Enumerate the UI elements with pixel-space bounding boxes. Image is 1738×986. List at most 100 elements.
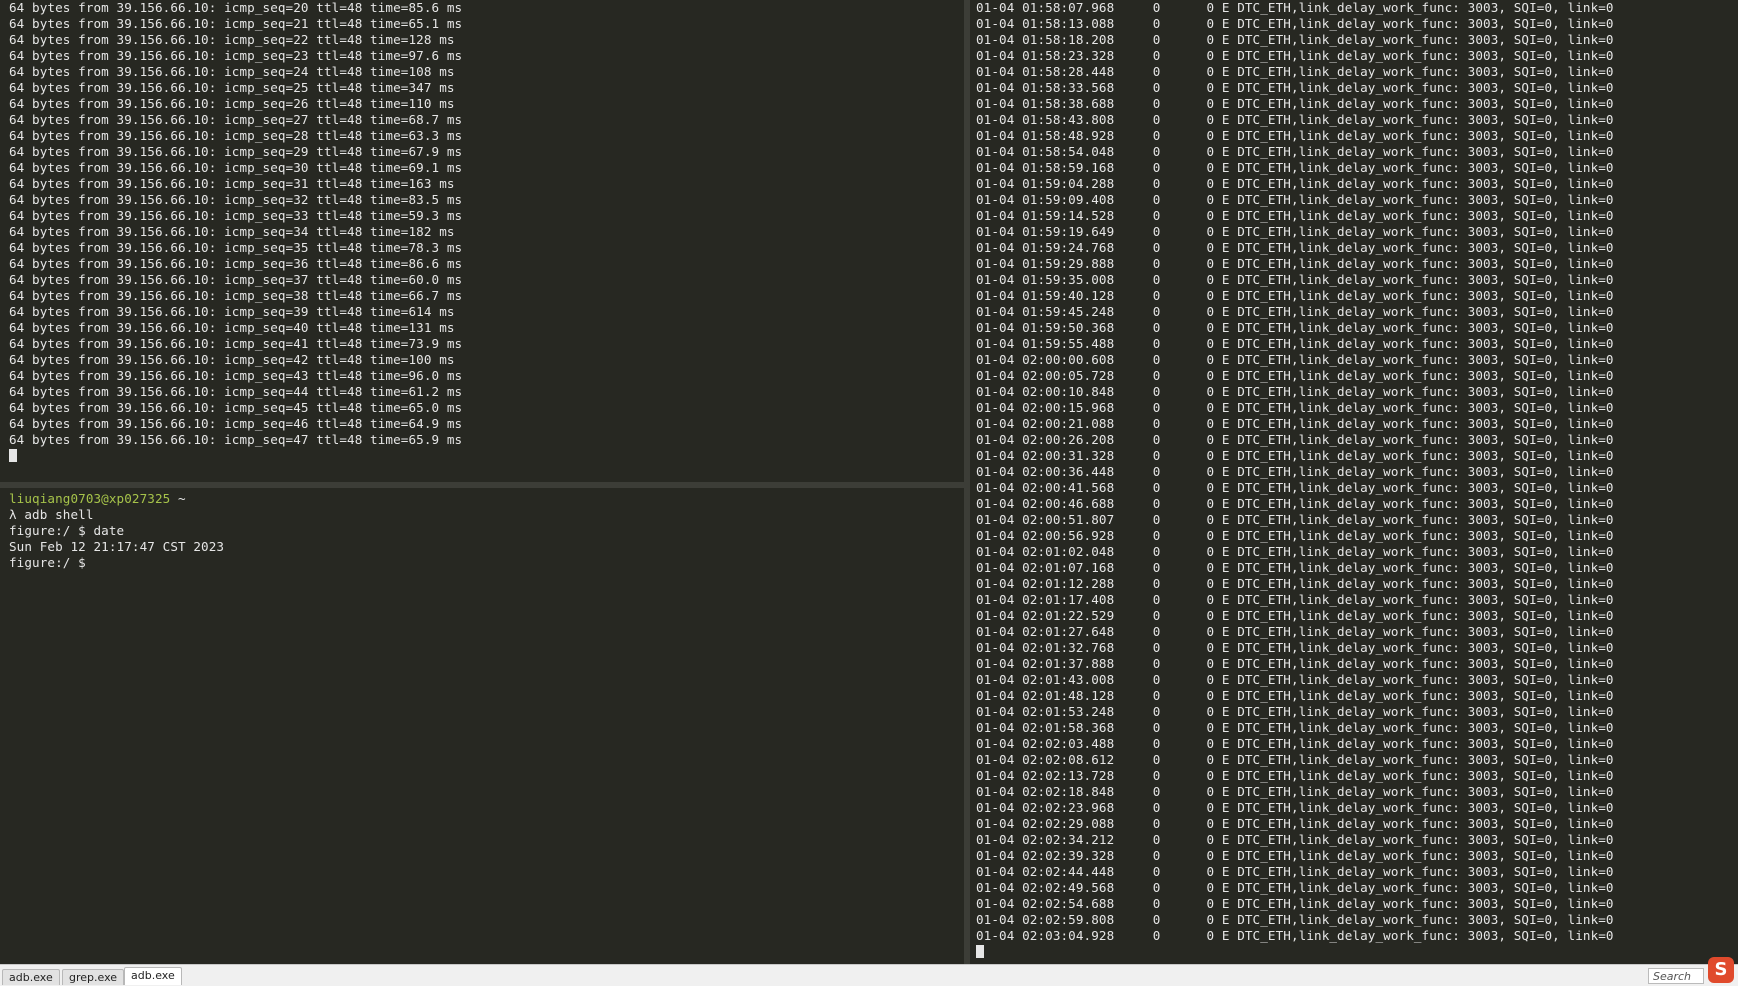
logcat-line: 01-04 02:01:43.008 0 0 E DTC_ETH,link_de… [976, 672, 1614, 687]
tab-adb-2-active[interactable]: adb.exe [124, 967, 182, 985]
ping-reply-line: 64 bytes from 39.156.66.10: icmp_seq=36 … [9, 256, 463, 271]
logcat-line: 01-04 01:59:40.128 0 0 E DTC_ETH,link_de… [976, 288, 1614, 303]
logcat-line: 01-04 02:02:59.808 0 0 E DTC_ETH,link_de… [976, 912, 1614, 927]
logcat-line: 01-04 02:00:31.328 0 0 E DTC_ETH,link_de… [976, 448, 1614, 463]
logcat-line: 01-04 01:59:19.649 0 0 E DTC_ETH,link_de… [976, 224, 1614, 239]
logcat-line: 01-04 02:00:15.968 0 0 E DTC_ETH,link_de… [976, 400, 1614, 415]
logcat-line: 01-04 01:58:54.048 0 0 E DTC_ETH,link_de… [976, 144, 1614, 159]
ping-reply-line: 64 bytes from 39.156.66.10: icmp_seq=25 … [9, 80, 455, 95]
logcat-line: 01-04 01:59:24.768 0 0 E DTC_ETH,link_de… [976, 240, 1614, 255]
ping-reply-line: 64 bytes from 39.156.66.10: icmp_seq=32 … [9, 192, 463, 207]
logcat-line: 01-04 02:00:51.807 0 0 E DTC_ETH,link_de… [976, 512, 1614, 527]
logcat-line: 01-04 02:00:46.688 0 0 E DTC_ETH,link_de… [976, 496, 1614, 511]
logcat-line: 01-04 02:02:23.968 0 0 E DTC_ETH,link_de… [976, 800, 1614, 815]
shell-line: λ adb shell [9, 507, 94, 522]
ping-reply-line: 64 bytes from 39.156.66.10: icmp_seq=23 … [9, 48, 463, 63]
tab-grep[interactable]: grep.exe [62, 969, 125, 985]
logcat-line: 01-04 02:02:34.212 0 0 E DTC_ETH,link_de… [976, 832, 1614, 847]
logcat-line: 01-04 01:59:14.528 0 0 E DTC_ETH,link_de… [976, 208, 1614, 223]
shell-prompt-line: liuqiang0703@xp027325 ~ [9, 491, 224, 507]
ping-reply-line: 64 bytes from 39.156.66.10: icmp_seq=24 … [9, 64, 455, 79]
logcat-line: 01-04 02:01:37.888 0 0 E DTC_ETH,link_de… [976, 656, 1614, 671]
shell-line: figure:/ $ date [9, 523, 125, 538]
ping-reply-line: 64 bytes from 39.156.66.10: icmp_seq=27 … [9, 112, 463, 127]
logcat-line: 01-04 02:00:05.728 0 0 E DTC_ETH,link_de… [976, 368, 1614, 383]
logcat-line: 01-04 02:00:36.448 0 0 E DTC_ETH,link_de… [976, 464, 1614, 479]
logcat-line: 01-04 01:58:13.088 0 0 E DTC_ETH,link_de… [976, 16, 1614, 31]
logcat-line: 01-04 01:58:33.568 0 0 E DTC_ETH,link_de… [976, 80, 1614, 95]
ping-reply-line: 64 bytes from 39.156.66.10: icmp_seq=41 … [9, 336, 463, 351]
ping-reply-line: 64 bytes from 39.156.66.10: icmp_seq=45 … [9, 400, 463, 415]
logcat-line: 01-04 02:02:29.088 0 0 E DTC_ETH,link_de… [976, 816, 1614, 831]
logcat-line: 01-04 01:58:23.328 0 0 E DTC_ETH,link_de… [976, 48, 1614, 63]
logcat-line: 01-04 02:00:21.088 0 0 E DTC_ETH,link_de… [976, 416, 1614, 431]
ping-reply-line: 64 bytes from 39.156.66.10: icmp_seq=31 … [9, 176, 455, 191]
ping-reply-line: 64 bytes from 39.156.66.10: icmp_seq=21 … [9, 16, 463, 31]
ping-reply-line: 64 bytes from 39.156.66.10: icmp_seq=43 … [9, 368, 463, 383]
logcat-line: 01-04 01:59:04.288 0 0 E DTC_ETH,link_de… [976, 176, 1614, 191]
logcat-line: 01-04 02:01:53.248 0 0 E DTC_ETH,link_de… [976, 704, 1614, 719]
logcat-line: 01-04 01:58:43.808 0 0 E DTC_ETH,link_de… [976, 112, 1614, 127]
logcat-line: 01-04 02:01:22.529 0 0 E DTC_ETH,link_de… [976, 608, 1614, 623]
logcat-terminal-pane[interactable]: 01-04 01:58:07.968 0 0 E DTC_ETH,link_de… [970, 0, 1738, 964]
prompt-user-host: liuqiang0703@xp027325 [9, 491, 171, 506]
shell-line: Sun Feb 12 21:17:47 CST 2023 [9, 539, 225, 554]
logcat-line: 01-04 01:59:09.408 0 0 E DTC_ETH,link_de… [976, 192, 1614, 207]
tab-adb-1[interactable]: adb.exe [2, 969, 60, 985]
shell-line: figure:/ $ [9, 555, 86, 570]
logcat-line: 01-04 02:01:07.168 0 0 E DTC_ETH,link_de… [976, 560, 1614, 575]
logcat-line: 01-04 01:58:59.168 0 0 E DTC_ETH,link_de… [976, 160, 1614, 175]
ping-reply-line: 64 bytes from 39.156.66.10: icmp_seq=38 … [9, 288, 463, 303]
logcat-line: 01-04 02:02:44.448 0 0 E DTC_ETH,link_de… [976, 864, 1614, 879]
console-tab-bar: adb.exe grep.exe adb.exe Search S [0, 957, 1738, 986]
logcat-line: 01-04 02:01:58.368 0 0 E DTC_ETH,link_de… [976, 720, 1614, 735]
shell-terminal-pane[interactable]: liuqiang0703@xp027325 ~ λ adb shell figu… [0, 488, 964, 958]
ping-reply-line: 64 bytes from 39.156.66.10: icmp_seq=29 … [9, 144, 463, 159]
ping-reply-line: 64 bytes from 39.156.66.10: icmp_seq=44 … [9, 384, 463, 399]
logcat-line: 01-04 02:01:12.288 0 0 E DTC_ETH,link_de… [976, 576, 1614, 591]
logcat-line: 01-04 02:02:39.328 0 0 E DTC_ETH,link_de… [976, 848, 1614, 863]
logcat-line: 01-04 01:58:38.688 0 0 E DTC_ETH,link_de… [976, 96, 1614, 111]
logcat-line: 01-04 01:58:07.968 0 0 E DTC_ETH,link_de… [976, 0, 1614, 15]
logcat-line: 01-04 02:02:54.688 0 0 E DTC_ETH,link_de… [976, 896, 1614, 911]
sogou-ime-icon[interactable]: S [1708, 957, 1734, 983]
ping-reply-line: 64 bytes from 39.156.66.10: icmp_seq=47 … [9, 432, 463, 447]
logcat-line: 01-04 01:58:28.448 0 0 E DTC_ETH,link_de… [976, 64, 1614, 79]
ping-reply-line: 64 bytes from 39.156.66.10: icmp_seq=20 … [9, 0, 463, 15]
logcat-line: 01-04 02:02:08.612 0 0 E DTC_ETH,link_de… [976, 752, 1614, 767]
ping-reply-line: 64 bytes from 39.156.66.10: icmp_seq=37 … [9, 272, 463, 287]
logcat-line: 01-04 02:00:41.568 0 0 E DTC_ETH,link_de… [976, 480, 1614, 495]
prompt-cwd: ~ [170, 491, 186, 506]
logcat-line: 01-04 02:02:18.848 0 0 E DTC_ETH,link_de… [976, 784, 1614, 799]
ping-reply-line: 64 bytes from 39.156.66.10: icmp_seq=39 … [9, 304, 455, 319]
terminal-cursor [976, 945, 984, 958]
ping-terminal-pane[interactable]: 64 bytes from 39.156.66.10: icmp_seq=20 … [0, 0, 964, 482]
logcat-line: 01-04 02:02:13.728 0 0 E DTC_ETH,link_de… [976, 768, 1614, 783]
ping-reply-line: 64 bytes from 39.156.66.10: icmp_seq=42 … [9, 352, 455, 367]
logcat-line: 01-04 01:59:55.488 0 0 E DTC_ETH,link_de… [976, 336, 1614, 351]
ping-reply-line: 64 bytes from 39.156.66.10: icmp_seq=22 … [9, 32, 455, 47]
logcat-line: 01-04 02:02:49.568 0 0 E DTC_ETH,link_de… [976, 880, 1614, 895]
ping-reply-line: 64 bytes from 39.156.66.10: icmp_seq=34 … [9, 224, 455, 239]
ping-output: 64 bytes from 39.156.66.10: icmp_seq=20 … [9, 0, 462, 464]
ping-reply-line: 64 bytes from 39.156.66.10: icmp_seq=46 … [9, 416, 463, 431]
ping-reply-line: 64 bytes from 39.156.66.10: icmp_seq=28 … [9, 128, 463, 143]
ping-reply-line: 64 bytes from 39.156.66.10: icmp_seq=40 … [9, 320, 455, 335]
logcat-line: 01-04 02:02:03.488 0 0 E DTC_ETH,link_de… [976, 736, 1614, 751]
logcat-output: 01-04 01:58:07.968 0 0 E DTC_ETH,link_de… [976, 0, 1614, 960]
logcat-line: 01-04 02:00:56.928 0 0 E DTC_ETH,link_de… [976, 528, 1614, 543]
logcat-line: 01-04 02:01:27.648 0 0 E DTC_ETH,link_de… [976, 624, 1614, 639]
ping-reply-line: 64 bytes from 39.156.66.10: icmp_seq=26 … [9, 96, 455, 111]
logcat-line: 01-04 02:00:10.848 0 0 E DTC_ETH,link_de… [976, 384, 1614, 399]
logcat-line: 01-04 02:01:48.128 0 0 E DTC_ETH,link_de… [976, 688, 1614, 703]
search-input[interactable]: Search [1648, 968, 1704, 984]
logcat-line: 01-04 01:59:50.368 0 0 E DTC_ETH,link_de… [976, 320, 1614, 335]
logcat-line: 01-04 01:59:35.008 0 0 E DTC_ETH,link_de… [976, 272, 1614, 287]
logcat-line: 01-04 01:59:29.888 0 0 E DTC_ETH,link_de… [976, 256, 1614, 271]
logcat-line: 01-04 02:01:17.408 0 0 E DTC_ETH,link_de… [976, 592, 1614, 607]
logcat-line: 01-04 01:59:45.248 0 0 E DTC_ETH,link_de… [976, 304, 1614, 319]
logcat-cursor-line [976, 944, 1614, 960]
logcat-line: 01-04 02:00:00.608 0 0 E DTC_ETH,link_de… [976, 352, 1614, 367]
ping-reply-line: 64 bytes from 39.156.66.10: icmp_seq=30 … [9, 160, 463, 175]
logcat-line: 01-04 01:58:18.208 0 0 E DTC_ETH,link_de… [976, 32, 1614, 47]
